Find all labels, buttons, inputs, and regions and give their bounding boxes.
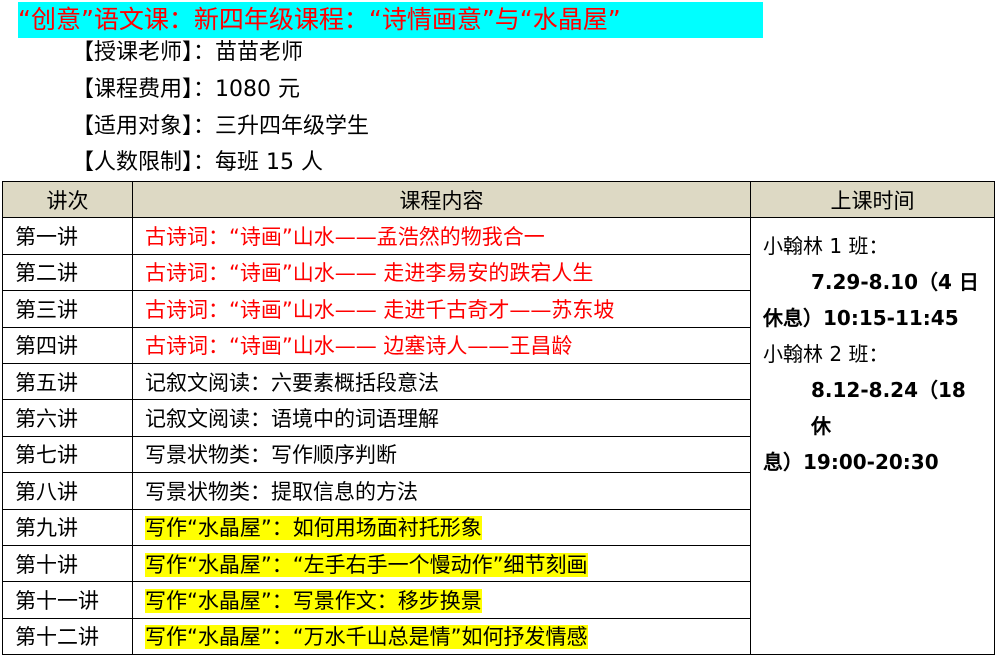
class2-rest: 息）19:00-20:30 bbox=[763, 450, 939, 475]
class1-rest: 休息）10:15-11:45 bbox=[763, 306, 959, 331]
info-limit: 【人数限制】：每班 15 人 bbox=[72, 148, 323, 178]
lesson-number: 第二讲 bbox=[2, 253, 133, 292]
table-row: 第一讲 古诗词：“诗画”山水——孟浩然的物我合一 小翰林 1 班： 7.29-8… bbox=[2, 217, 995, 656]
info-label: 【授课老师】： bbox=[72, 40, 216, 65]
lesson-number: 第一讲 bbox=[2, 217, 133, 255]
lesson-content: 古诗词：“诗画”山水—— 走进李易安的跌宕人生 bbox=[132, 253, 751, 292]
lesson-content: 古诗词：“诗画”山水——孟浩然的物我合一 bbox=[132, 217, 751, 255]
lesson-content-text: 记叙文阅读：语境中的词语理解 bbox=[145, 407, 439, 432]
info-teacher: 【授课老师】：苗苗老师 bbox=[72, 38, 303, 68]
info-label: 【适用对象】： bbox=[72, 114, 216, 139]
lesson-content: 古诗词：“诗画”山水—— 走进千古奇才——苏东坡 bbox=[132, 290, 751, 328]
lesson-content: 写作“水晶屋”：如何用场面衬托形象 bbox=[132, 508, 751, 546]
info-audience: 【适用对象】：三升四年级学生 bbox=[72, 112, 369, 142]
lesson-content: 写作“水晶屋”：写景作文：移步换景 bbox=[132, 581, 751, 619]
class1-dates: 7.29-8.10（4 日 bbox=[811, 270, 979, 295]
lesson-content: 写景状物类：写作顺序判断 bbox=[132, 435, 751, 474]
class2-dates: 8.12-8.24（18 休 bbox=[811, 378, 966, 439]
lesson-content-text: 古诗词：“诗画”山水—— 边塞诗人——王昌龄 bbox=[145, 334, 573, 359]
lesson-content-text: 写作“水晶屋”：如何用场面衬托形象 bbox=[145, 516, 482, 541]
lesson-content-text: 写作“水晶屋”：写景作文：移步换景 bbox=[145, 588, 482, 613]
lesson-content-text: 古诗词：“诗画”山水—— 走进李易安的跌宕人生 bbox=[145, 261, 594, 286]
lesson-content-text: 写景状物类：提取信息的方法 bbox=[145, 479, 418, 504]
page-title: “创意”语文课：新四年级课程：“诗情画意”与“水晶屋” bbox=[18, 2, 763, 38]
lesson-number: 第十二讲 bbox=[2, 617, 133, 656]
lesson-number: 第十一讲 bbox=[2, 581, 133, 619]
class1-name: 小翰林 1 班： bbox=[763, 234, 889, 259]
lesson-content: 写作“水晶屋”：“万水千山总是情”如何抒发情感 bbox=[132, 617, 751, 656]
header-time: 上课时间 bbox=[750, 180, 995, 219]
lesson-number: 第七讲 bbox=[2, 435, 133, 474]
lesson-number: 第五讲 bbox=[2, 362, 133, 401]
lesson-content-text: 写景状物类：写作顺序判断 bbox=[145, 443, 397, 468]
info-fee: 【课程费用】：1080 元 bbox=[72, 75, 300, 105]
lesson-number: 第六讲 bbox=[2, 399, 133, 437]
lesson-number: 第三讲 bbox=[2, 290, 133, 328]
lesson-content-text: 写作“水晶屋”：“左手右手一个慢动作”细节刻画 bbox=[145, 552, 588, 577]
info-label: 【课程费用】： bbox=[72, 77, 216, 102]
lesson-number: 第四讲 bbox=[2, 326, 133, 364]
course-table: 讲次 课程内容 上课时间 第一讲 古诗词：“诗画”山水——孟浩然的物我合一 小翰… bbox=[2, 180, 995, 656]
lesson-content-text: 古诗词：“诗画”山水—— 走进千古奇才——苏东坡 bbox=[145, 297, 615, 322]
info-value: 1080 元 bbox=[215, 77, 300, 102]
info-value: 三升四年级学生 bbox=[215, 114, 370, 139]
lesson-content-text: 古诗词：“诗画”山水——孟浩然的物我合一 bbox=[145, 225, 545, 250]
header-content: 课程内容 bbox=[132, 180, 751, 219]
lesson-content-text: 写作“水晶屋”：“万水千山总是情”如何抒发情感 bbox=[145, 625, 588, 650]
lesson-content: 写作“水晶屋”：“左手右手一个慢动作”细节刻画 bbox=[132, 544, 751, 583]
lesson-content: 写景状物类：提取信息的方法 bbox=[132, 472, 751, 510]
lesson-content-text: 记叙文阅读：六要素概括段意法 bbox=[145, 370, 439, 395]
class-schedule: 小翰林 1 班： 7.29-8.10（4 日 休息）10:15-11:45 小翰… bbox=[750, 217, 995, 656]
lesson-content: 记叙文阅读：六要素概括段意法 bbox=[132, 362, 751, 401]
info-value: 每班 15 人 bbox=[215, 150, 323, 175]
lesson-number: 第十讲 bbox=[2, 544, 133, 583]
class2-name: 小翰林 2 班： bbox=[763, 342, 889, 367]
lesson-number: 第九讲 bbox=[2, 508, 133, 546]
table-header-row: 讲次 课程内容 上课时间 bbox=[2, 180, 995, 219]
header-lesson: 讲次 bbox=[2, 180, 133, 219]
lesson-content: 古诗词：“诗画”山水—— 边塞诗人——王昌龄 bbox=[132, 326, 751, 364]
lesson-content: 记叙文阅读：语境中的词语理解 bbox=[132, 399, 751, 437]
info-value: 苗苗老师 bbox=[215, 40, 304, 65]
lesson-number: 第八讲 bbox=[2, 472, 133, 510]
info-label: 【人数限制】： bbox=[72, 150, 216, 175]
